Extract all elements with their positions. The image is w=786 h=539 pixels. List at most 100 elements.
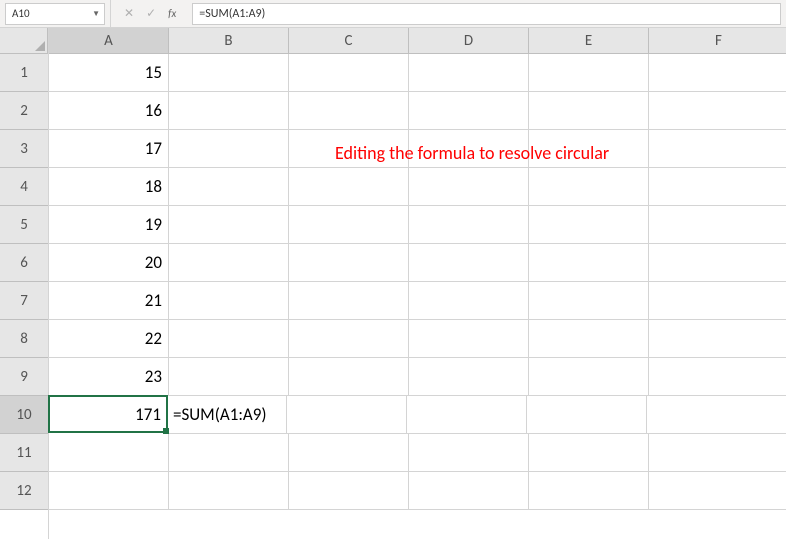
- cell-E12[interactable]: [529, 472, 649, 510]
- cell-C11[interactable]: [289, 434, 409, 472]
- cell-D4[interactable]: [409, 168, 529, 206]
- cancel-icon[interactable]: ✕: [124, 6, 134, 21]
- cell-D2[interactable]: [409, 92, 529, 130]
- cell-D5[interactable]: [409, 206, 529, 244]
- cell-B3[interactable]: [169, 130, 289, 168]
- cell-C1[interactable]: [289, 54, 409, 92]
- cell-C6[interactable]: [289, 244, 409, 282]
- cell-A5[interactable]: 19: [49, 206, 169, 244]
- cell-D10[interactable]: [407, 396, 527, 434]
- row-header-5[interactable]: 5: [0, 206, 48, 244]
- cell-A6[interactable]: 20: [49, 244, 169, 282]
- cell-A1[interactable]: 15: [49, 54, 169, 92]
- row-header-8[interactable]: 8: [0, 320, 48, 358]
- cell-E3[interactable]: [529, 130, 649, 168]
- row-header-10[interactable]: 10: [0, 396, 48, 434]
- cell-A4[interactable]: 18: [49, 168, 169, 206]
- row-header-6[interactable]: 6: [0, 244, 48, 282]
- cell-F1[interactable]: [649, 54, 786, 92]
- formula-input[interactable]: =SUM(A1:A9): [192, 3, 781, 25]
- row-header-12[interactable]: 12: [0, 472, 48, 510]
- cell-F3[interactable]: [649, 130, 786, 168]
- cell-B6[interactable]: [169, 244, 289, 282]
- select-all-corner[interactable]: [0, 28, 48, 54]
- cell-B4[interactable]: [169, 168, 289, 206]
- cell-D11[interactable]: [409, 434, 529, 472]
- cell-B1[interactable]: [169, 54, 289, 92]
- row-header-11[interactable]: 11: [0, 434, 48, 472]
- fill-handle[interactable]: [163, 428, 169, 434]
- cell-A2[interactable]: 16: [49, 92, 169, 130]
- col-header-F[interactable]: F: [649, 28, 786, 54]
- cell-F11[interactable]: [649, 434, 786, 472]
- row-header-2[interactable]: 2: [0, 92, 48, 130]
- name-box[interactable]: A10 ▼: [5, 3, 105, 25]
- cell-D3[interactable]: [409, 130, 529, 168]
- cell-F12[interactable]: [649, 472, 786, 510]
- cell-C7[interactable]: [289, 282, 409, 320]
- cell-B11[interactable]: [169, 434, 289, 472]
- cell-B2[interactable]: [169, 92, 289, 130]
- cell-C4[interactable]: [289, 168, 409, 206]
- cell-A3[interactable]: 17: [49, 130, 169, 168]
- chevron-down-icon[interactable]: ▼: [92, 9, 100, 19]
- row-header-4[interactable]: 4: [0, 168, 48, 206]
- cell-B5[interactable]: [169, 206, 289, 244]
- col-header-D[interactable]: D: [409, 28, 529, 54]
- cell-E4[interactable]: [529, 168, 649, 206]
- row-header-7[interactable]: 7: [0, 282, 48, 320]
- cell-A10[interactable]: 171: [48, 395, 168, 433]
- cell-F5[interactable]: [649, 206, 786, 244]
- cell-C2[interactable]: [289, 92, 409, 130]
- cell-F7[interactable]: [649, 282, 786, 320]
- cell-C5[interactable]: [289, 206, 409, 244]
- cell-E9[interactable]: [529, 358, 649, 396]
- cell-F10[interactable]: [647, 396, 786, 434]
- row-header-1[interactable]: 1: [0, 54, 48, 92]
- cell-A11[interactable]: [49, 434, 169, 472]
- cell-C8[interactable]: [289, 320, 409, 358]
- cell-E7[interactable]: [529, 282, 649, 320]
- cell-C10[interactable]: [287, 396, 407, 434]
- cell-B10[interactable]: =SUM(A1:A9): [167, 396, 287, 434]
- row-header-9[interactable]: 9: [0, 358, 48, 396]
- cell-F9[interactable]: [649, 358, 786, 396]
- cell-E11[interactable]: [529, 434, 649, 472]
- cell-D7[interactable]: [409, 282, 529, 320]
- col-header-A[interactable]: A: [49, 28, 169, 54]
- cell-E5[interactable]: [529, 206, 649, 244]
- formula-bar: A10 ▼ ✕ ✓ fx =SUM(A1:A9): [0, 0, 786, 28]
- cell-C12[interactable]: [289, 472, 409, 510]
- cell-F6[interactable]: [649, 244, 786, 282]
- cell-E1[interactable]: [529, 54, 649, 92]
- cell-A8[interactable]: 22: [49, 320, 169, 358]
- cell-E8[interactable]: [529, 320, 649, 358]
- cell-E10[interactable]: [527, 396, 647, 434]
- col-header-B[interactable]: B: [169, 28, 289, 54]
- cell-D9[interactable]: [409, 358, 529, 396]
- row-header-3[interactable]: 3: [0, 130, 48, 168]
- cell-A9[interactable]: 23: [49, 358, 169, 396]
- fx-icon[interactable]: fx: [168, 7, 176, 20]
- cell-D8[interactable]: [409, 320, 529, 358]
- cell-A7[interactable]: 21: [49, 282, 169, 320]
- cell-A12[interactable]: [49, 472, 169, 510]
- cell-B9[interactable]: [169, 358, 289, 396]
- col-header-E[interactable]: E: [529, 28, 649, 54]
- cell-D1[interactable]: [409, 54, 529, 92]
- cell-C9[interactable]: [289, 358, 409, 396]
- cell-B7[interactable]: [169, 282, 289, 320]
- enter-icon[interactable]: ✓: [146, 6, 156, 21]
- cell-F2[interactable]: [649, 92, 786, 130]
- cell-B8[interactable]: [169, 320, 289, 358]
- cell-E6[interactable]: [529, 244, 649, 282]
- cell-F4[interactable]: [649, 168, 786, 206]
- cell-D12[interactable]: [409, 472, 529, 510]
- cell-F8[interactable]: [649, 320, 786, 358]
- cell-B12[interactable]: [169, 472, 289, 510]
- name-box-value: A10: [12, 7, 30, 20]
- cell-D6[interactable]: [409, 244, 529, 282]
- col-header-C[interactable]: C: [289, 28, 409, 54]
- cell-C3[interactable]: [289, 130, 409, 168]
- cell-E2[interactable]: [529, 92, 649, 130]
